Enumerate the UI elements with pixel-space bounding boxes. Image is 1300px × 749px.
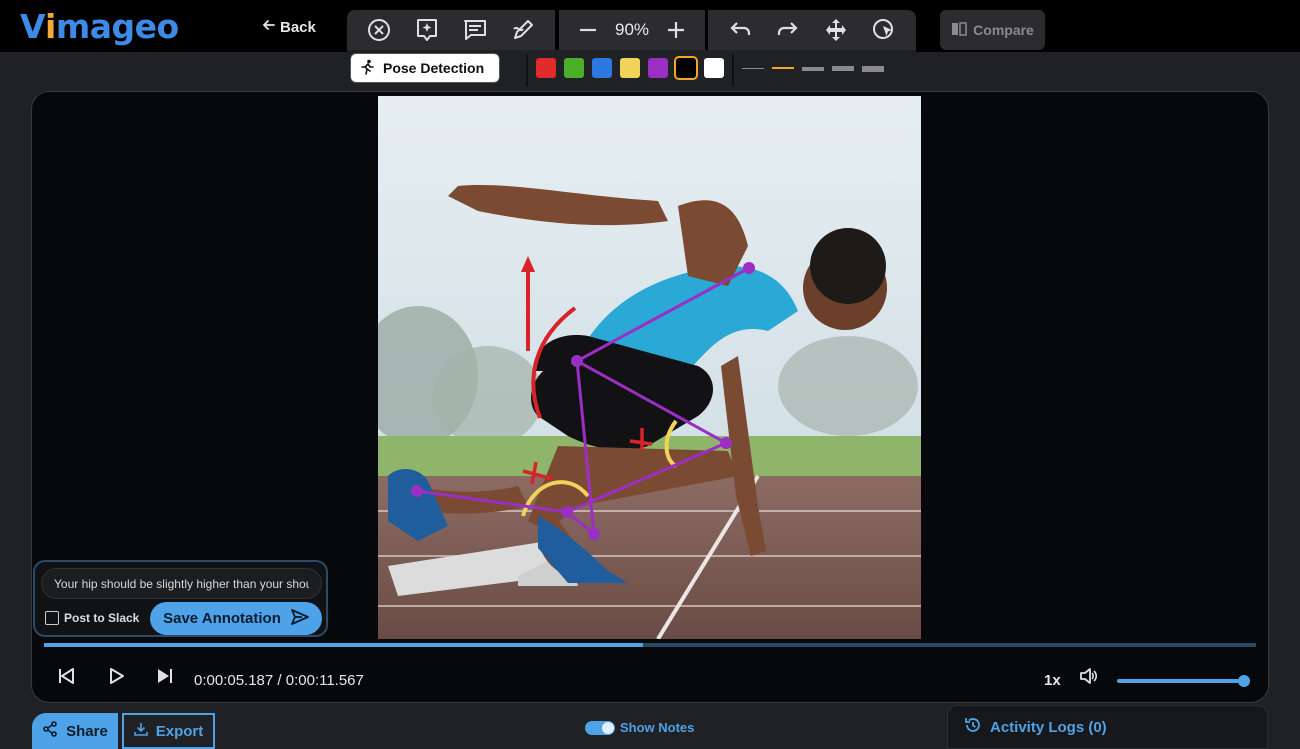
divider — [732, 54, 734, 86]
stroke-width-option[interactable] — [832, 66, 854, 71]
annotation-input[interactable] — [41, 568, 322, 599]
compare-label: Compare — [973, 22, 1034, 38]
history-icon — [964, 716, 982, 738]
show-notes-toggle[interactable]: Show Notes — [585, 720, 694, 735]
color-swatch[interactable] — [592, 58, 612, 78]
color-swatch[interactable] — [564, 58, 584, 78]
back-label: Back — [280, 18, 316, 36]
stroke-width-option[interactable] — [742, 67, 764, 69]
color-swatch[interactable] — [620, 58, 640, 78]
play-icon[interactable] — [102, 662, 130, 690]
zoom-out-icon[interactable] — [573, 15, 603, 45]
activity-logs-button[interactable]: Activity Logs (0) — [947, 705, 1268, 749]
show-notes-label: Show Notes — [620, 720, 695, 735]
export-label: Export — [155, 722, 204, 740]
toggle-switch[interactable] — [585, 720, 615, 735]
download-icon — [133, 722, 148, 740]
stroke-width-option[interactable] — [802, 66, 824, 71]
undo-icon[interactable] — [725, 15, 755, 45]
export-button[interactable]: Export — [122, 713, 215, 749]
toggle-knob — [602, 721, 614, 734]
history-tools-group — [708, 10, 916, 50]
video-frame[interactable] — [378, 96, 921, 639]
ai-annotate-icon[interactable] — [412, 15, 442, 45]
pose-detection-button[interactable]: Pose Detection — [351, 54, 499, 82]
select-pointer-icon[interactable] — [869, 15, 899, 45]
pose-detection-label: Pose Detection — [383, 60, 485, 76]
zoom-level: 90% — [614, 20, 650, 39]
divider — [526, 54, 528, 86]
redo-icon[interactable] — [773, 15, 803, 45]
color-swatch[interactable] — [704, 58, 724, 78]
color-swatch[interactable] — [676, 58, 696, 78]
playback-speed[interactable]: 1x — [1044, 672, 1061, 689]
share-label: Share — [66, 722, 108, 740]
volume-slider[interactable] — [1117, 675, 1250, 687]
activity-logs-label: Activity Logs (0) — [990, 718, 1107, 736]
arrow-left-icon — [262, 18, 276, 36]
stroke-width-option[interactable] — [772, 67, 794, 69]
annotation-tools-group — [347, 10, 555, 50]
compare-button[interactable]: Compare — [940, 10, 1045, 50]
move-icon[interactable] — [821, 15, 851, 45]
annotation-box: Post to Slack Save Annotation — [33, 560, 328, 637]
stroke-width-option[interactable] — [862, 65, 884, 72]
zoom-in-icon[interactable] — [661, 15, 691, 45]
color-swatch[interactable] — [648, 58, 668, 78]
player-controls: 0:00:05.187 / 0:00:11.567 1x — [32, 652, 1268, 702]
progress-bar[interactable] — [44, 643, 1256, 647]
share-icon — [42, 721, 58, 741]
clear-icon[interactable] — [364, 15, 394, 45]
post-to-slack-checkbox[interactable]: Post to Slack — [45, 611, 139, 625]
volume-icon[interactable] — [1074, 662, 1102, 690]
top-bar: Vi mageo Back 90% Compare — [0, 0, 1300, 52]
color-swatch[interactable] — [536, 58, 556, 78]
compare-icon — [951, 21, 967, 40]
volume-thumb[interactable] — [1238, 675, 1250, 687]
share-button[interactable]: Share — [32, 713, 118, 749]
running-person-icon — [359, 59, 375, 78]
sprinter-scene — [378, 96, 921, 639]
vimageo-logo[interactable]: Vi mageo — [20, 7, 179, 46]
checkbox[interactable] — [45, 611, 59, 625]
progress-fill — [44, 643, 643, 647]
send-icon — [290, 608, 309, 629]
zoom-group: 90% — [559, 10, 705, 50]
save-annotation-label: Save Annotation — [163, 610, 281, 627]
save-annotation-button[interactable]: Save Annotation — [150, 602, 322, 635]
comment-icon[interactable] — [460, 15, 490, 45]
draw-pen-icon[interactable] — [508, 15, 538, 45]
skip-back-icon[interactable] — [52, 662, 80, 690]
time-display: 0:00:05.187 / 0:00:11.567 — [194, 672, 364, 689]
post-to-slack-label: Post to Slack — [64, 611, 140, 625]
back-button[interactable]: Back — [262, 18, 316, 36]
skip-forward-icon[interactable] — [151, 662, 179, 690]
